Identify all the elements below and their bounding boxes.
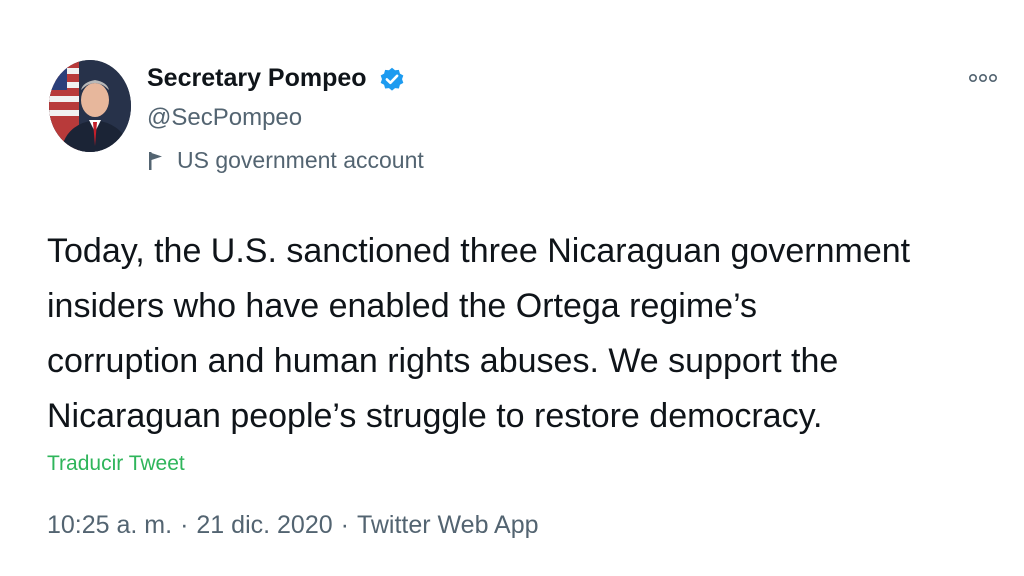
tweet-text-line: insiders who have enabled the Ortega reg… [47, 287, 758, 325]
more-options-icon[interactable] [965, 68, 1001, 88]
verified-badge-icon [380, 67, 404, 91]
translate-tweet-link[interactable]: Traducir Tweet [47, 452, 185, 476]
avatar-photo [49, 60, 131, 152]
tweet-text-line: Today, the U.S. sanctioned three Nicarag… [47, 232, 911, 270]
account-label-text: US government account [177, 147, 424, 173]
author-handle[interactable]: @SecPompeo [147, 104, 302, 132]
tweet-card: Secretary Pompeo @SecPompeo US governmen… [0, 0, 1024, 576]
tweet-time[interactable]: 10:25 a. m. [47, 511, 172, 539]
tweet-date[interactable]: 21 dic. 2020 [196, 511, 332, 539]
tweet-text-line: corruption and human rights abuses. We s… [47, 342, 839, 380]
account-label: US government account [147, 147, 424, 174]
meta-separator: · [180, 511, 189, 539]
tweet-meta: 10:25 a. m. · 21 dic. 2020 · Twitter Web App [47, 511, 539, 540]
flag-icon [149, 151, 162, 170]
meta-separator: · [340, 511, 349, 539]
author-display-name[interactable]: Secretary Pompeo [147, 64, 367, 93]
author-avatar[interactable] [49, 60, 131, 152]
tweet-text-line: Nicaraguan people’s struggle to restore … [47, 397, 823, 435]
tweet-text: Today, the U.S. sanctioned three Nicarag… [47, 224, 1007, 444]
more-dots-icon [968, 73, 997, 83]
tweet-source[interactable]: Twitter Web App [357, 511, 539, 539]
